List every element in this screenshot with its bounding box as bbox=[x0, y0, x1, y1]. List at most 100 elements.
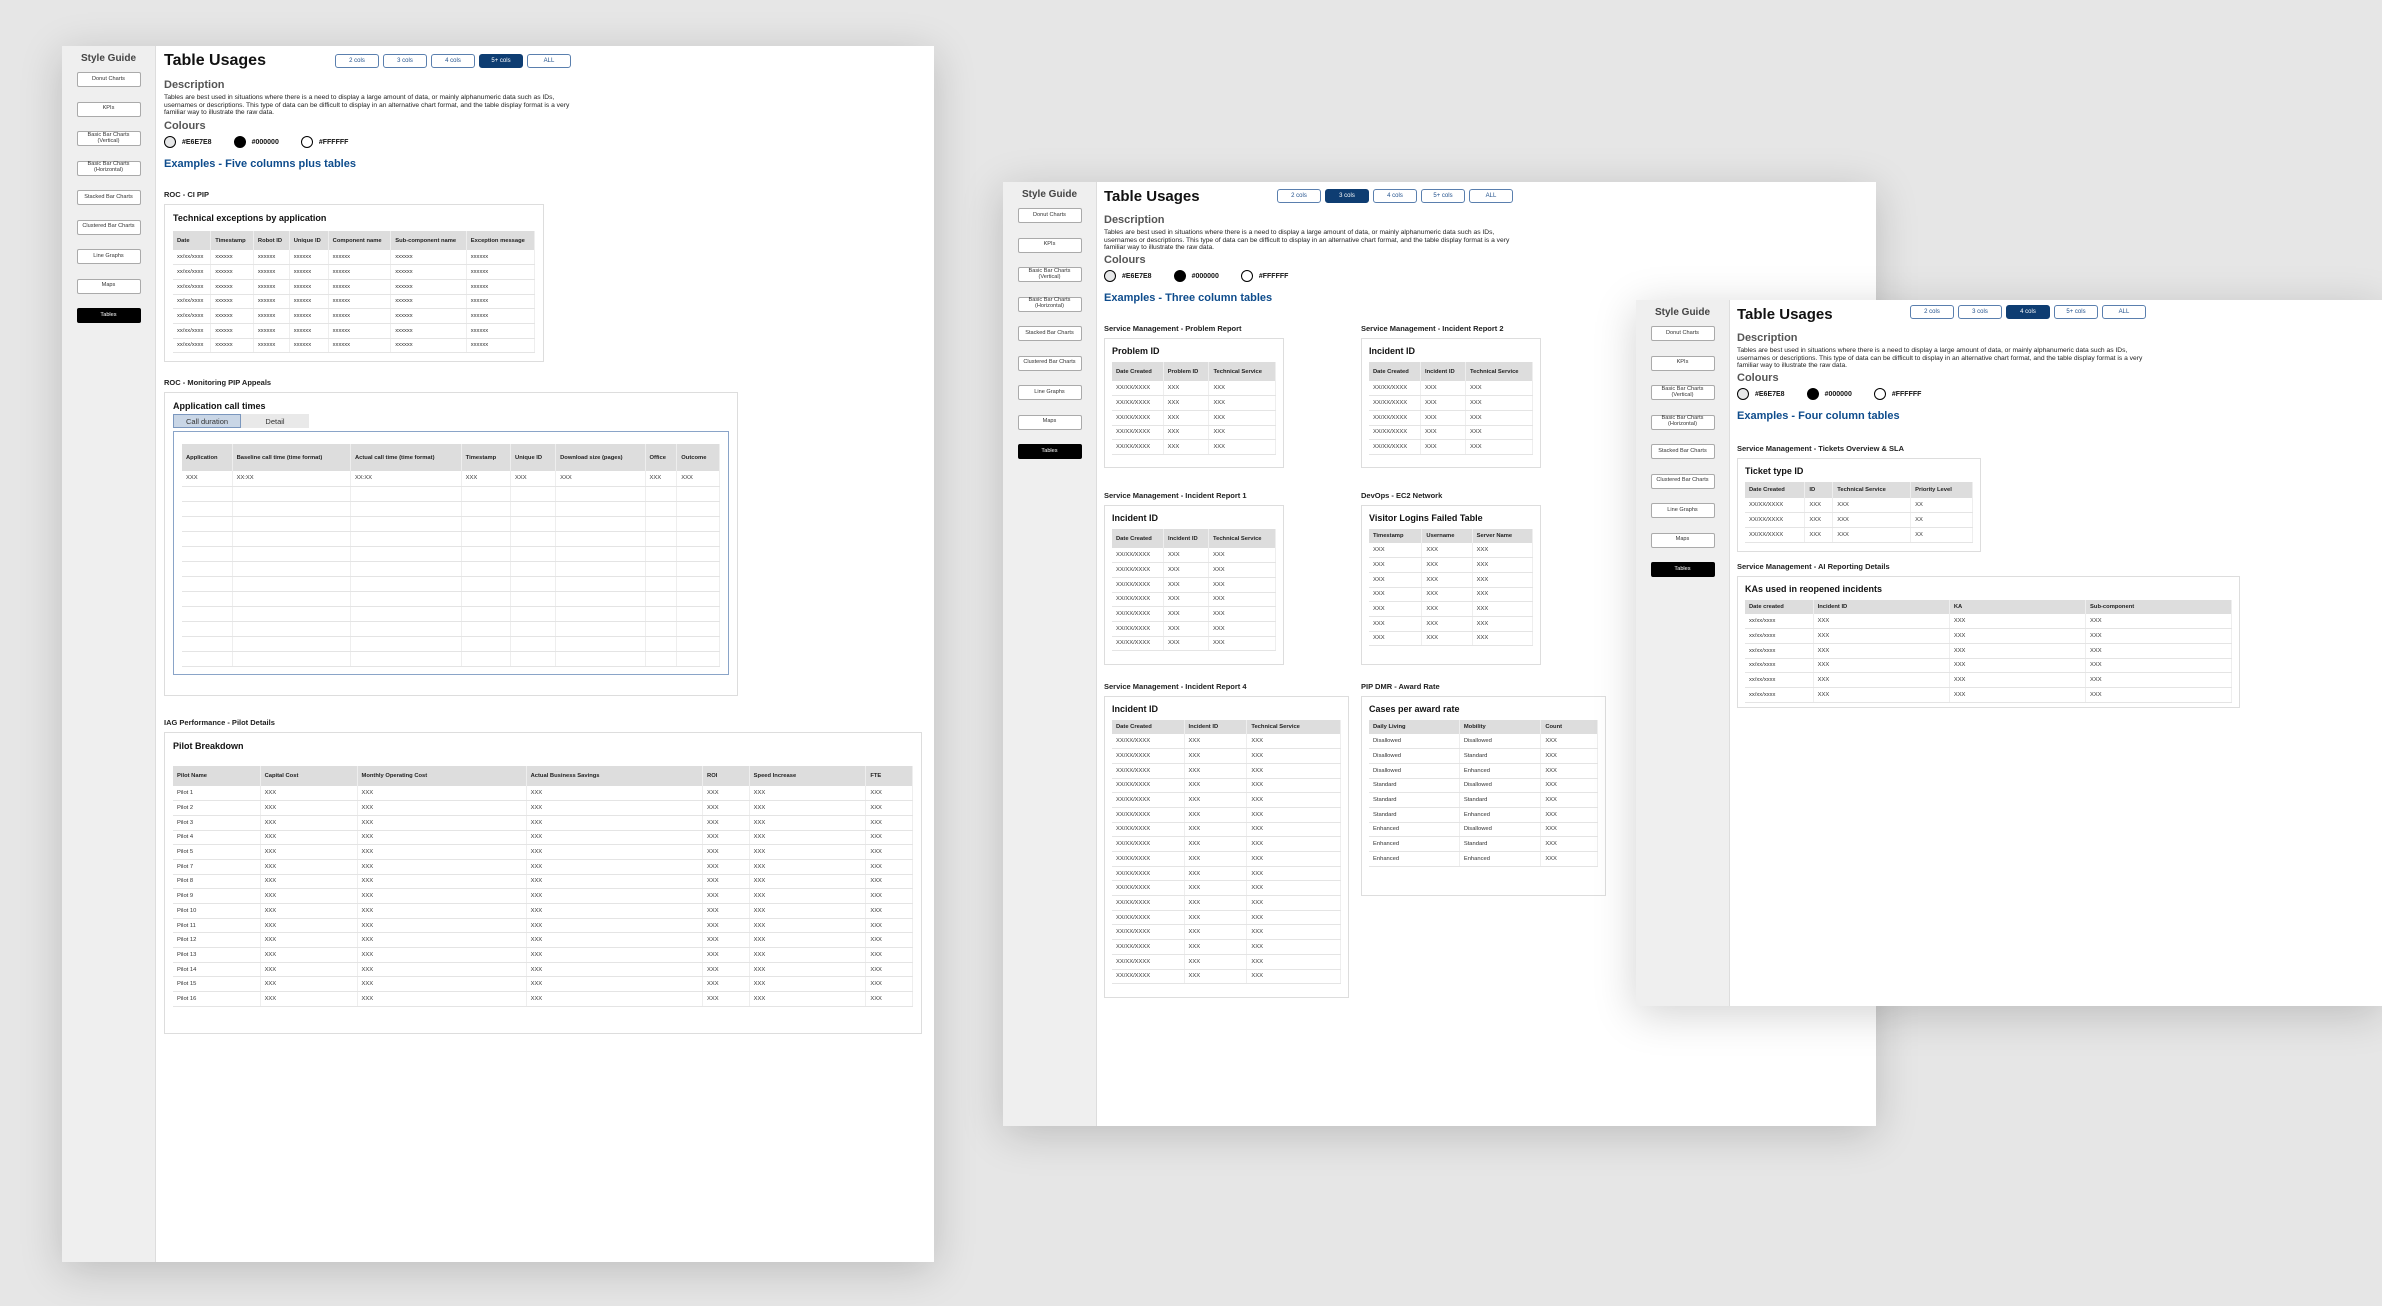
tab-3-cols[interactable]: 3 cols bbox=[1325, 189, 1369, 203]
sidebar-item-stacked-bar-charts[interactable]: Stacked Bar Charts bbox=[76, 190, 141, 205]
table-cell: XXX bbox=[1540, 748, 1598, 764]
sidebar-item-tables[interactable]: Tables bbox=[1017, 444, 1082, 459]
table-cell bbox=[676, 576, 720, 592]
table-cell: XXX bbox=[1184, 748, 1248, 764]
section-label: IAG Performance - Pilot Details bbox=[164, 718, 275, 727]
sidebar-item-line-graphs[interactable]: Line Graphs bbox=[1017, 385, 1082, 400]
table-cell: Pilot 8 bbox=[173, 874, 261, 890]
tab-all[interactable]: ALL bbox=[1469, 189, 1513, 203]
tab-4-cols[interactable]: 4 cols bbox=[1373, 189, 1417, 203]
sidebar-item-kpis[interactable]: KPIs bbox=[1017, 237, 1082, 253]
table-cell: XXX bbox=[645, 471, 678, 487]
tab-5-cols[interactable]: 5+ cols bbox=[479, 54, 523, 68]
sidebar-item-basic-bar-charts-horizontal[interactable]: Basic Bar Charts (Horizontal) bbox=[1650, 414, 1715, 430]
table-cell: XXX bbox=[526, 830, 704, 846]
table-cell: XXX bbox=[1472, 601, 1534, 617]
sidebar-title: Style Guide bbox=[1021, 189, 1077, 200]
table-cell: xxxxxx bbox=[210, 294, 254, 310]
table-cell bbox=[182, 486, 233, 502]
table-cell: XXX bbox=[526, 962, 704, 978]
sidebar-item-basic-bar-charts-horizontal[interactable]: Basic Bar Charts (Horizontal) bbox=[1017, 296, 1082, 312]
sidebar-item-donut-charts[interactable]: Donut Charts bbox=[1017, 208, 1082, 223]
sidebar-item-maps[interactable]: Maps bbox=[1650, 532, 1715, 548]
table-cell: XXX bbox=[1246, 763, 1341, 779]
sidebar-item-basic-bar-charts-vertical[interactable]: Basic Bar Charts (Vertical) bbox=[1017, 267, 1082, 282]
table-cell: XXX bbox=[1184, 924, 1248, 941]
tab-4-cols[interactable]: 4 cols bbox=[431, 54, 475, 68]
sidebar-item-line-graphs[interactable]: Line Graphs bbox=[1650, 503, 1715, 518]
sidebar-item-kpis[interactable]: KPIs bbox=[1650, 355, 1715, 371]
table-cell: xxxxxx bbox=[328, 308, 392, 324]
table-cell: Disallowed bbox=[1459, 778, 1542, 794]
sidebar-item-maps[interactable]: Maps bbox=[1017, 414, 1082, 430]
table-cell: XXX bbox=[2085, 628, 2232, 644]
panel-tab-call-duration[interactable]: Call duration bbox=[173, 414, 241, 428]
column-header: Daily Living bbox=[1369, 720, 1460, 734]
table-cell: XXX bbox=[1421, 631, 1473, 647]
sidebar-item-clustered-bar-charts[interactable]: Clustered Bar Charts bbox=[1650, 473, 1715, 489]
table-cell: XXX bbox=[526, 903, 704, 919]
table-cell bbox=[510, 651, 557, 667]
table-cell: XX/XX/XXXX bbox=[1112, 792, 1185, 808]
table-cell: xx/xx/xxxx bbox=[173, 323, 212, 339]
column-header: Incident ID bbox=[1420, 362, 1466, 381]
table-cell: XX/XX/XXXX bbox=[1369, 410, 1422, 426]
table-cell: XXX bbox=[1421, 601, 1473, 617]
table-cell: XXX bbox=[357, 947, 527, 963]
table-row: XX/XX/XXXX XXX XXX bbox=[1112, 439, 1276, 455]
table-cell: XXX bbox=[1540, 778, 1598, 794]
tab-5-cols[interactable]: 5+ cols bbox=[1421, 189, 1465, 203]
panel-tab-detail[interactable]: Detail bbox=[241, 414, 309, 428]
table-cell: Pilot 4 bbox=[173, 830, 261, 846]
table-cell: xxxxxx bbox=[210, 250, 254, 266]
tab-all[interactable]: ALL bbox=[2102, 305, 2146, 319]
tab-2-cols[interactable]: 2 cols bbox=[1277, 189, 1321, 203]
section-label: Service Management - Incident Report 2 bbox=[1361, 324, 1504, 333]
sidebar-item-donut-charts[interactable]: Donut Charts bbox=[76, 72, 141, 87]
table-row: XX/XX/XXXX XXX XXX bbox=[1112, 822, 1341, 838]
tab-3-cols[interactable]: 3 cols bbox=[1958, 305, 2002, 319]
table-cell: XX/XX/XXXX bbox=[1745, 527, 1806, 543]
table-cell bbox=[510, 636, 557, 652]
table-cell: xxxxxx bbox=[390, 338, 467, 354]
column-header: Outcome bbox=[676, 444, 720, 471]
sidebar-item-tables[interactable]: Tables bbox=[76, 308, 141, 323]
tab-3-cols[interactable]: 3 cols bbox=[383, 54, 427, 68]
table-cell bbox=[232, 486, 351, 502]
table-row: XX/XX/XXXX XXX XXX bbox=[1112, 763, 1341, 779]
table-cell: XXX bbox=[1540, 763, 1598, 779]
table-row: XX/XX/XXXX XXX XXX bbox=[1112, 734, 1341, 750]
table-cell: XX/XX/XXXX bbox=[1112, 822, 1185, 838]
sidebar-item-stacked-bar-charts[interactable]: Stacked Bar Charts bbox=[1650, 444, 1715, 459]
table-cell: XXX bbox=[260, 903, 358, 919]
tab-4-cols[interactable]: 4 cols bbox=[2006, 305, 2050, 319]
table-cell: Pilot 14 bbox=[173, 962, 261, 978]
tab-all[interactable]: ALL bbox=[527, 54, 571, 68]
sidebar-item-kpis[interactable]: KPIs bbox=[76, 101, 141, 117]
tab-2-cols[interactable]: 2 cols bbox=[335, 54, 379, 68]
sidebar-item-tables[interactable]: Tables bbox=[1650, 562, 1715, 577]
table-cell: XXX bbox=[749, 830, 867, 846]
table-cell: XXX bbox=[526, 815, 704, 831]
table-cell: XXX bbox=[1832, 512, 1912, 528]
sidebar-item-clustered-bar-charts[interactable]: Clustered Bar Charts bbox=[76, 219, 141, 235]
sidebar-item-basic-bar-charts-horizontal[interactable]: Basic Bar Charts (Horizontal) bbox=[76, 160, 141, 176]
column-header: Username bbox=[1421, 529, 1473, 543]
section-label: PIP DMR - Award Rate bbox=[1361, 682, 1440, 691]
sidebar-item-line-graphs[interactable]: Line Graphs bbox=[76, 249, 141, 264]
tab-2-cols[interactable]: 2 cols bbox=[1910, 305, 1954, 319]
sidebar-title: Style Guide bbox=[1654, 307, 1710, 318]
swatch-label: #FFFFFF bbox=[318, 138, 349, 146]
sidebar-item-donut-charts[interactable]: Donut Charts bbox=[1650, 326, 1715, 341]
sidebar-item-stacked-bar-charts[interactable]: Stacked Bar Charts bbox=[1017, 326, 1082, 341]
tab-5-cols[interactable]: 5+ cols bbox=[2054, 305, 2098, 319]
sidebar-item-clustered-bar-charts[interactable]: Clustered Bar Charts bbox=[1017, 355, 1082, 371]
table-row: XX/XX/XXXX XXX XXX bbox=[1369, 425, 1534, 441]
table-row: xx/xx/xxxx XXX XXX XXX bbox=[1745, 658, 2232, 674]
sidebar-item-basic-bar-charts-vertical[interactable]: Basic Bar Charts (Vertical) bbox=[76, 131, 141, 146]
table-row-empty bbox=[182, 561, 720, 577]
table-row: Standard Enhanced XXX bbox=[1369, 807, 1598, 823]
table-cell: XXX bbox=[357, 844, 527, 860]
sidebar-item-maps[interactable]: Maps bbox=[76, 278, 141, 294]
sidebar-item-basic-bar-charts-vertical[interactable]: Basic Bar Charts (Vertical) bbox=[1650, 385, 1715, 400]
